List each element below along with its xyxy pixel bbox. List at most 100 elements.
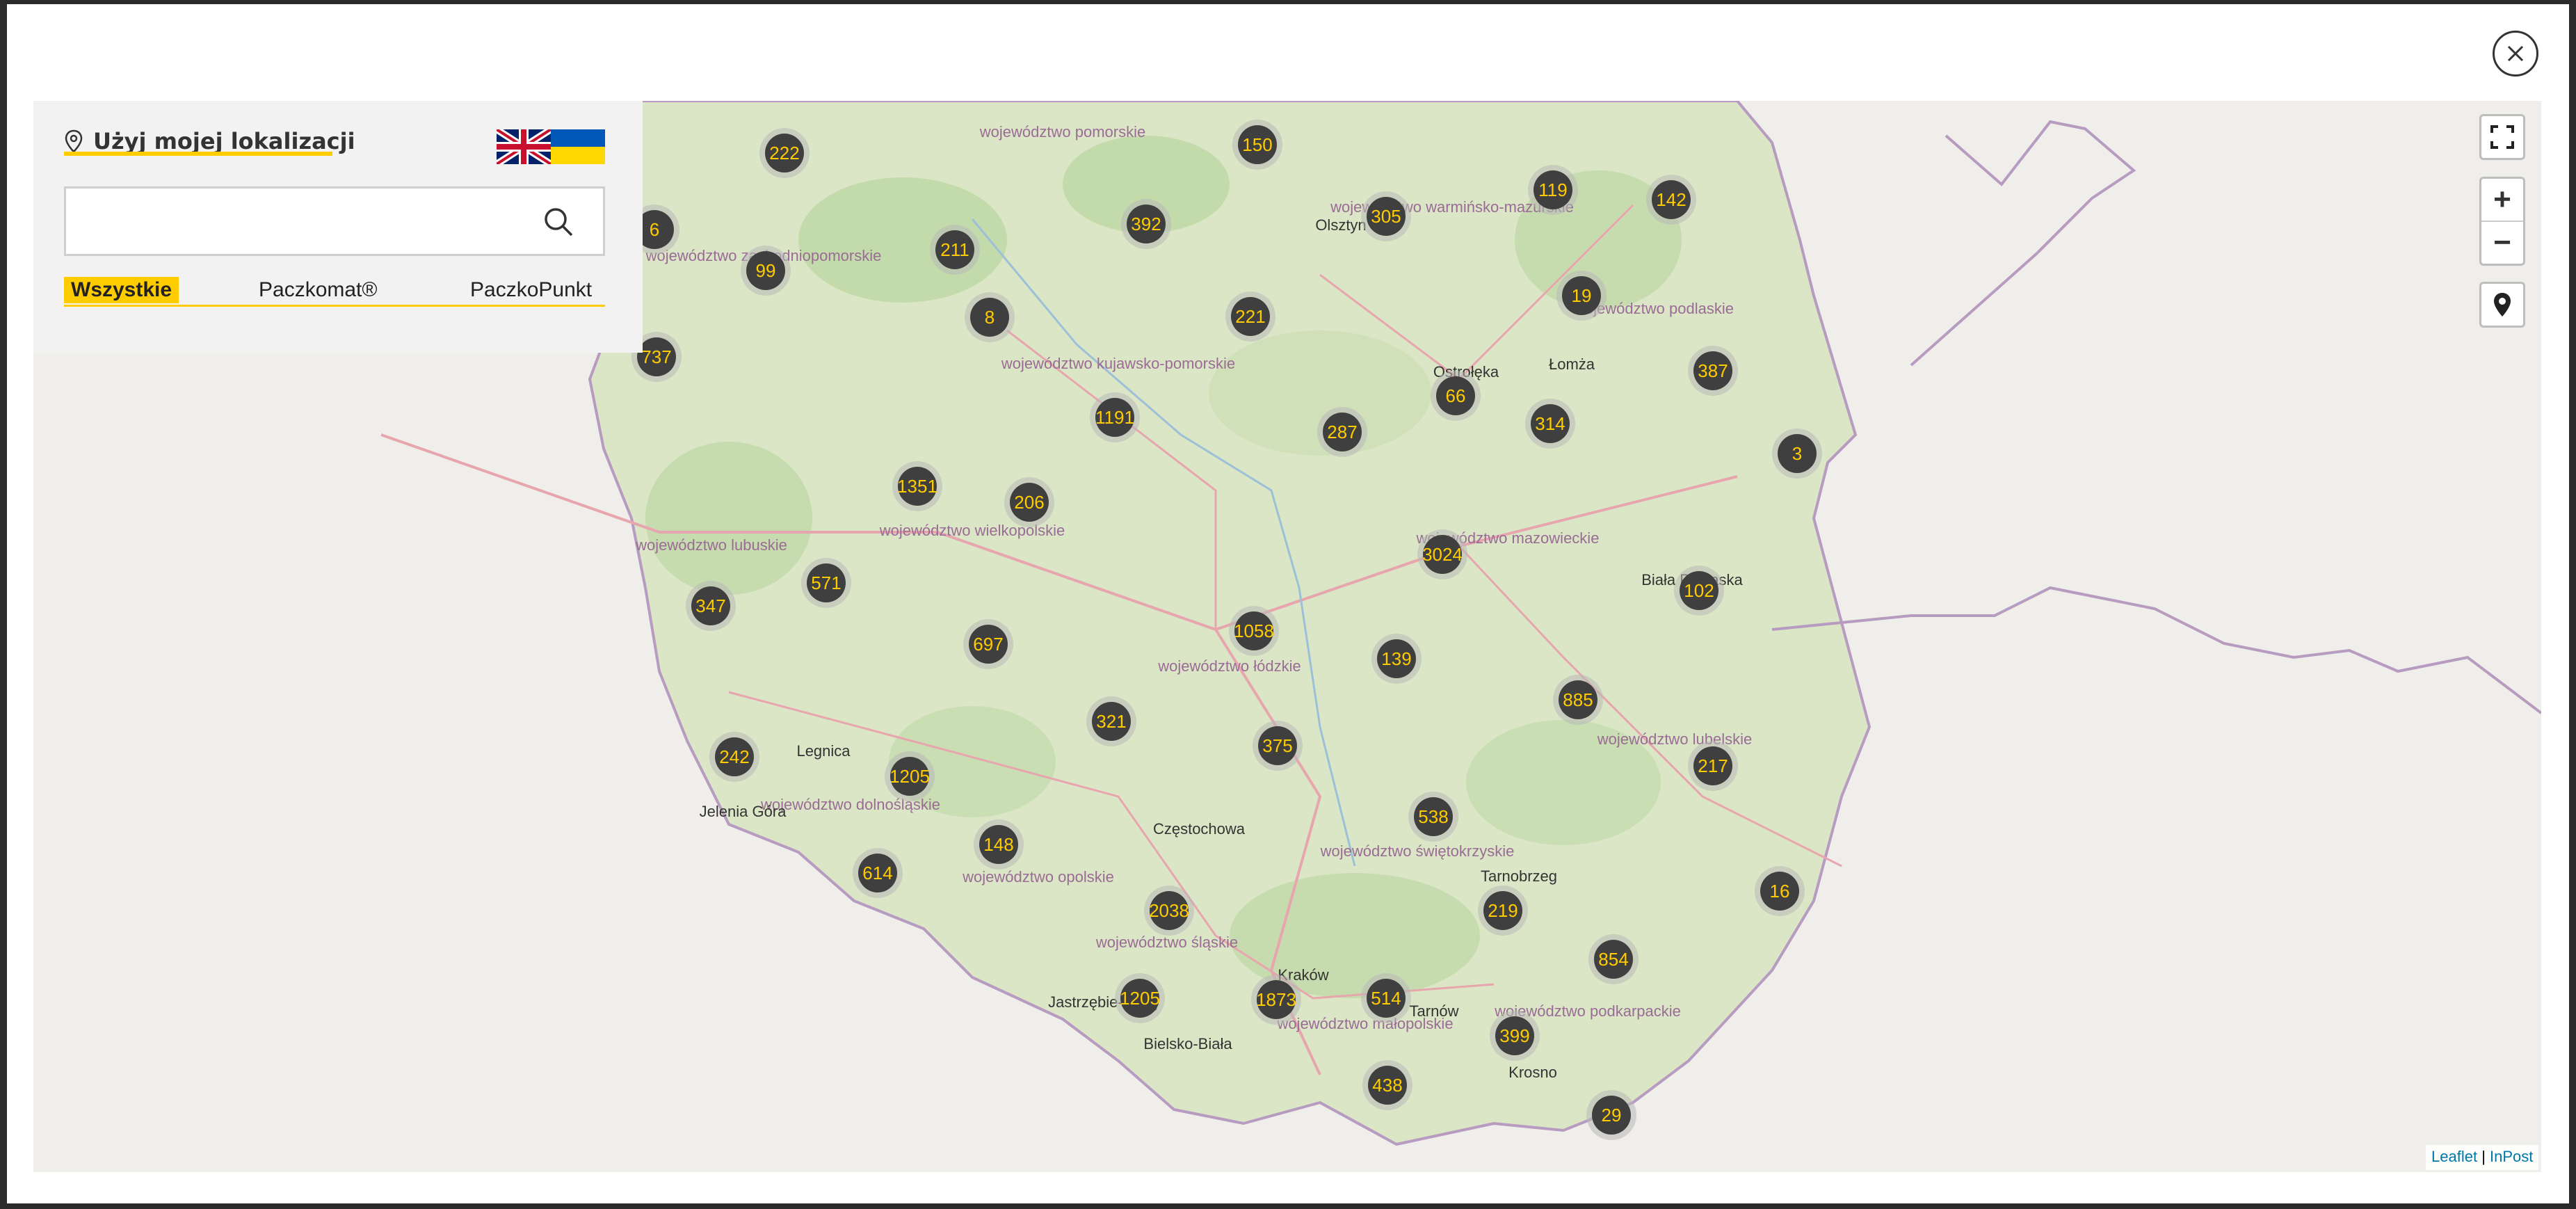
close-icon [2507,45,2524,62]
cluster-count: 347 [695,595,725,616]
cluster-marker[interactable]: 1191 [1090,392,1140,442]
cluster-count: 697 [973,634,1003,655]
search-icon[interactable] [542,206,574,238]
cluster-marker[interactable]: 211 [930,225,980,275]
cluster-count: 142 [1656,189,1686,210]
cluster-marker[interactable]: 314 [1525,399,1575,449]
region-label: województwo opolskie [962,868,1114,886]
cluster-marker[interactable]: 375 [1253,721,1303,771]
cluster-marker[interactable]: 3 [1772,429,1822,479]
city-label: Legnica [796,742,851,760]
region-label: województwo śląskie [1095,934,1238,951]
cluster-marker[interactable]: 1351 [892,461,942,511]
region-label: województwo świętokrzyskie [1320,842,1515,860]
cluster-count: 150 [1242,134,1272,155]
cluster-marker[interactable]: 19 [1556,271,1607,321]
search-input[interactable] [79,204,533,241]
filter-paczkopunkt[interactable]: PaczkoPunkt [470,277,592,303]
cluster-marker[interactable]: 287 [1317,407,1367,457]
fullscreen-icon [2490,125,2514,149]
location-underline [64,152,332,156]
cluster-marker[interactable]: 8 [965,292,1015,342]
city-label: Łomża [1549,355,1595,373]
cluster-marker[interactable]: 16 [1755,866,1805,916]
cluster-count: 1351 [897,476,937,497]
cluster-marker[interactable]: 1205 [885,751,935,801]
cluster-marker[interactable]: 854 [1588,934,1639,984]
cluster-marker[interactable]: 139 [1371,634,1422,684]
filter-all[interactable]: Wszystkie [64,277,179,303]
fullscreen-button[interactable] [2479,114,2525,160]
cluster-count: 66 [1446,385,1466,406]
cluster-marker[interactable]: 99 [741,246,791,296]
locate-button[interactable] [2479,282,2525,328]
inpost-link[interactable]: InPost [2490,1148,2533,1165]
cluster-count: 211 [940,239,969,260]
cluster-marker[interactable]: 392 [1121,199,1171,249]
cluster-marker[interactable]: 119 [1528,165,1578,215]
cluster-marker[interactable]: 206 [1004,477,1054,527]
cluster-count: 737 [641,346,671,367]
cluster-count: 102 [1684,580,1714,601]
cluster-marker[interactable]: 347 [686,581,736,631]
filter-paczkomat[interactable]: Paczkomat® [259,277,378,303]
close-button[interactable] [2493,31,2538,77]
cluster-marker[interactable]: 1873 [1251,975,1301,1025]
cluster-marker[interactable]: 885 [1553,675,1603,725]
zoom-in-button[interactable]: + [2481,179,2523,222]
use-my-location-label: Użyj mojej lokalizacji [93,128,355,154]
cluster-marker[interactable]: 150 [1232,120,1282,170]
cluster-count: 219 [1488,900,1518,921]
cluster-count: 99 [756,260,776,281]
cluster-marker[interactable]: 102 [1674,566,1724,616]
city-label: Olsztyn [1315,216,1366,234]
map-pin-icon [65,129,83,153]
cluster-marker[interactable]: 66 [1431,371,1481,421]
cluster-count: 399 [1499,1025,1529,1046]
cluster-count: 1205 [889,766,930,787]
cluster-count: 16 [1770,881,1790,902]
cluster-count: 321 [1096,711,1126,732]
search-field[interactable] [64,186,605,256]
cluster-count: 29 [1602,1105,1622,1126]
cluster-count: 1205 [1120,988,1160,1009]
city-label: Krosno [1508,1064,1557,1081]
cluster-count: 222 [769,143,799,163]
cluster-marker[interactable]: 219 [1478,886,1528,936]
cluster-marker[interactable]: 29 [1586,1090,1636,1140]
cluster-count: 19 [1572,285,1592,306]
cluster-count: 148 [983,834,1013,855]
cluster-marker[interactable]: 571 [801,558,851,608]
cluster-marker[interactable]: 242 [709,732,759,782]
zoom-out-button[interactable]: − [2481,222,2523,264]
cluster-count: 387 [1698,360,1728,381]
region-label: województwo łódzkie [1157,657,1301,675]
cluster-marker[interactable]: 538 [1408,792,1458,842]
cluster-marker[interactable]: 222 [759,128,810,178]
cluster-marker[interactable]: 399 [1490,1011,1540,1061]
cluster-marker[interactable]: 217 [1688,741,1738,791]
cluster-marker[interactable]: 2038 [1144,886,1194,936]
cluster-marker[interactable]: 514 [1361,973,1411,1023]
cluster-marker[interactable]: 438 [1362,1060,1412,1110]
cluster-marker[interactable]: 697 [963,619,1013,669]
cluster-marker[interactable]: 614 [853,848,903,898]
cluster-marker[interactable]: 321 [1086,696,1136,746]
cluster-marker[interactable]: 305 [1361,191,1411,241]
cluster-marker[interactable]: 387 [1688,346,1738,396]
flag-uk-icon[interactable] [497,129,551,164]
cluster-count: 314 [1535,413,1565,434]
cluster-count: 375 [1262,735,1292,756]
zoom-control: + − [2479,177,2525,266]
cluster-marker[interactable]: 148 [974,819,1024,870]
leaflet-link[interactable]: Leaflet [2431,1148,2477,1165]
cluster-marker[interactable]: 142 [1646,175,1696,225]
cluster-count: 139 [1381,648,1411,669]
cluster-count: 221 [1235,306,1265,327]
cluster-marker[interactable]: 1058 [1229,606,1279,656]
cluster-marker[interactable]: 1205 [1115,973,1165,1023]
cluster-count: 206 [1014,492,1044,513]
cluster-marker[interactable]: 221 [1225,291,1275,342]
flag-ukraine-icon[interactable] [551,129,605,164]
cluster-marker[interactable]: 3024 [1417,529,1467,579]
